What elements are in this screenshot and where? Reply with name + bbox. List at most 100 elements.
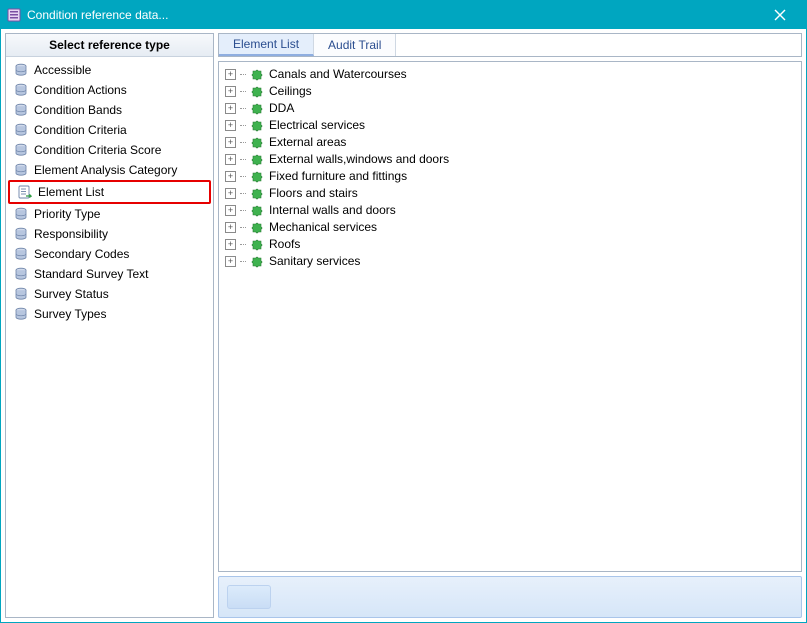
tree-item[interactable]: + External areas: [225, 134, 795, 150]
barrel-icon: [14, 103, 28, 117]
puzzle-icon: [250, 152, 265, 167]
tree-item[interactable]: + Roofs: [225, 236, 795, 252]
sidebar-item-condition-bands[interactable]: Condition Bands: [6, 100, 213, 120]
tree-connector: [240, 210, 246, 211]
tree-item[interactable]: +Ceilings: [225, 83, 795, 99]
tree-connector: [240, 244, 246, 245]
expander-icon[interactable]: +: [225, 103, 236, 114]
status-strip: [218, 576, 802, 618]
puzzle-icon: [250, 237, 265, 252]
expander-icon[interactable]: +: [225, 86, 236, 97]
tree-item[interactable]: + Canals and Watercourses: [225, 66, 795, 82]
tree-item-label: Electrical services: [269, 118, 365, 132]
expander-icon[interactable]: +: [225, 69, 236, 80]
sidebar-item-label: Condition Criteria: [34, 123, 127, 137]
tree-item[interactable]: + Sanitary services: [225, 253, 795, 269]
sidebar-item-label: Secondary Codes: [34, 247, 129, 261]
sidebar-item-element-list[interactable]: Element List: [8, 180, 211, 204]
tree-panel: +Canals and Watercourses+Ceilings+DDA+El…: [218, 61, 802, 572]
tree-item-label: Canals and Watercourses: [269, 67, 407, 81]
puzzle-icon: [250, 186, 265, 201]
puzzle-icon: [250, 135, 265, 150]
body: Select reference type Accessible Conditio…: [1, 29, 806, 622]
sidebar-item-label: Priority Type: [34, 207, 100, 221]
tree-item-label: Floors and stairs: [269, 186, 358, 200]
sidebar-item-element-analysis-category[interactable]: Element Analysis Category: [6, 160, 213, 180]
sidebar-item-label: Element Analysis Category: [34, 163, 177, 177]
tree-connector: [240, 193, 246, 194]
sidebar-item-condition-criteria[interactable]: Condition Criteria: [6, 120, 213, 140]
barrel-icon: [14, 63, 28, 77]
sidebar-item-label: Condition Bands: [34, 103, 122, 117]
tab-bar: Element ListAudit Trail: [218, 33, 802, 57]
sidebar-header: Select reference type: [6, 34, 213, 57]
sidebar-item-condition-actions[interactable]: Condition Actions: [6, 80, 213, 100]
barrel-icon: [14, 123, 28, 137]
sidebar: Select reference type Accessible Conditio…: [5, 33, 214, 618]
expander-icon[interactable]: +: [225, 256, 236, 267]
tree-item-label: Sanitary services: [269, 254, 360, 268]
tree-connector: [240, 159, 246, 160]
sidebar-item-label: Survey Types: [34, 307, 106, 321]
barrel-icon: [14, 287, 28, 301]
expander-icon[interactable]: +: [225, 120, 236, 131]
close-button[interactable]: [760, 3, 800, 27]
tab-audit-trail[interactable]: Audit Trail: [314, 34, 396, 56]
tree-item-label: Internal walls and doors: [269, 203, 396, 217]
sidebar-item-responsibility[interactable]: Responsibility: [6, 224, 213, 244]
barrel-icon: [14, 163, 28, 177]
tree-item-label: External walls,windows and doors: [269, 152, 449, 166]
tree-connector: [240, 74, 246, 75]
tree-item[interactable]: + Electrical services: [225, 117, 795, 133]
tree-item-label: Mechanical services: [269, 220, 377, 234]
tree-connector: [240, 227, 246, 228]
tree-item-label: Fixed furniture and fittings: [269, 169, 407, 183]
expander-icon[interactable]: +: [225, 205, 236, 216]
tree-item-label: External areas: [269, 135, 346, 149]
barrel-icon: [14, 207, 28, 221]
tab-element-list[interactable]: Element List: [219, 34, 314, 56]
sidebar-item-survey-types[interactable]: Survey Types: [6, 304, 213, 324]
sidebar-item-label: Condition Actions: [34, 83, 127, 97]
titlebar: Condition reference data...: [1, 1, 806, 29]
tree-item-label: Roofs: [269, 237, 300, 251]
puzzle-icon: [250, 84, 265, 99]
tree-item[interactable]: + DDA: [225, 100, 795, 116]
window-title: Condition reference data...: [27, 8, 760, 22]
sidebar-item-label: Condition Criteria Score: [34, 143, 161, 157]
sidebar-item-label: Accessible: [34, 63, 91, 77]
puzzle-icon: [250, 118, 265, 133]
expander-icon[interactable]: +: [225, 222, 236, 233]
tree-item[interactable]: + External walls,windows and doors: [225, 151, 795, 167]
sidebar-item-standard-survey-text[interactable]: Standard Survey Text: [6, 264, 213, 284]
sidebar-item-survey-status[interactable]: Survey Status: [6, 284, 213, 304]
sidebar-item-label: Survey Status: [34, 287, 109, 301]
tree-item[interactable]: + Fixed furniture and fittings: [225, 168, 795, 184]
expander-icon[interactable]: +: [225, 239, 236, 250]
tree-connector: [240, 125, 246, 126]
sidebar-item-label: Standard Survey Text: [34, 267, 149, 281]
expander-icon[interactable]: +: [225, 188, 236, 199]
status-chip: [227, 585, 271, 609]
barrel-icon: [14, 143, 28, 157]
sidebar-item-label: Element List: [38, 185, 104, 199]
expander-icon[interactable]: +: [225, 137, 236, 148]
expander-icon[interactable]: +: [225, 154, 236, 165]
tree-connector: [240, 176, 246, 177]
barrel-icon: [14, 247, 28, 261]
tree-item[interactable]: + Internal walls and doors: [225, 202, 795, 218]
expander-icon[interactable]: +: [225, 171, 236, 182]
sidebar-item-condition-criteria-score[interactable]: Condition Criteria Score: [6, 140, 213, 160]
tree-item-label: DDA: [269, 101, 294, 115]
list-arrow-icon: [18, 185, 32, 199]
barrel-icon: [14, 83, 28, 97]
sidebar-item-accessible[interactable]: Accessible: [6, 60, 213, 80]
puzzle-icon: [250, 67, 265, 82]
tree-item[interactable]: + Floors and stairs: [225, 185, 795, 201]
sidebar-item-priority-type[interactable]: Priority Type: [6, 204, 213, 224]
tree-item[interactable]: + Mechanical services: [225, 219, 795, 235]
sidebar-item-secondary-codes[interactable]: Secondary Codes: [6, 244, 213, 264]
barrel-icon: [14, 307, 28, 321]
puzzle-icon: [250, 169, 265, 184]
puzzle-icon: [250, 203, 265, 218]
